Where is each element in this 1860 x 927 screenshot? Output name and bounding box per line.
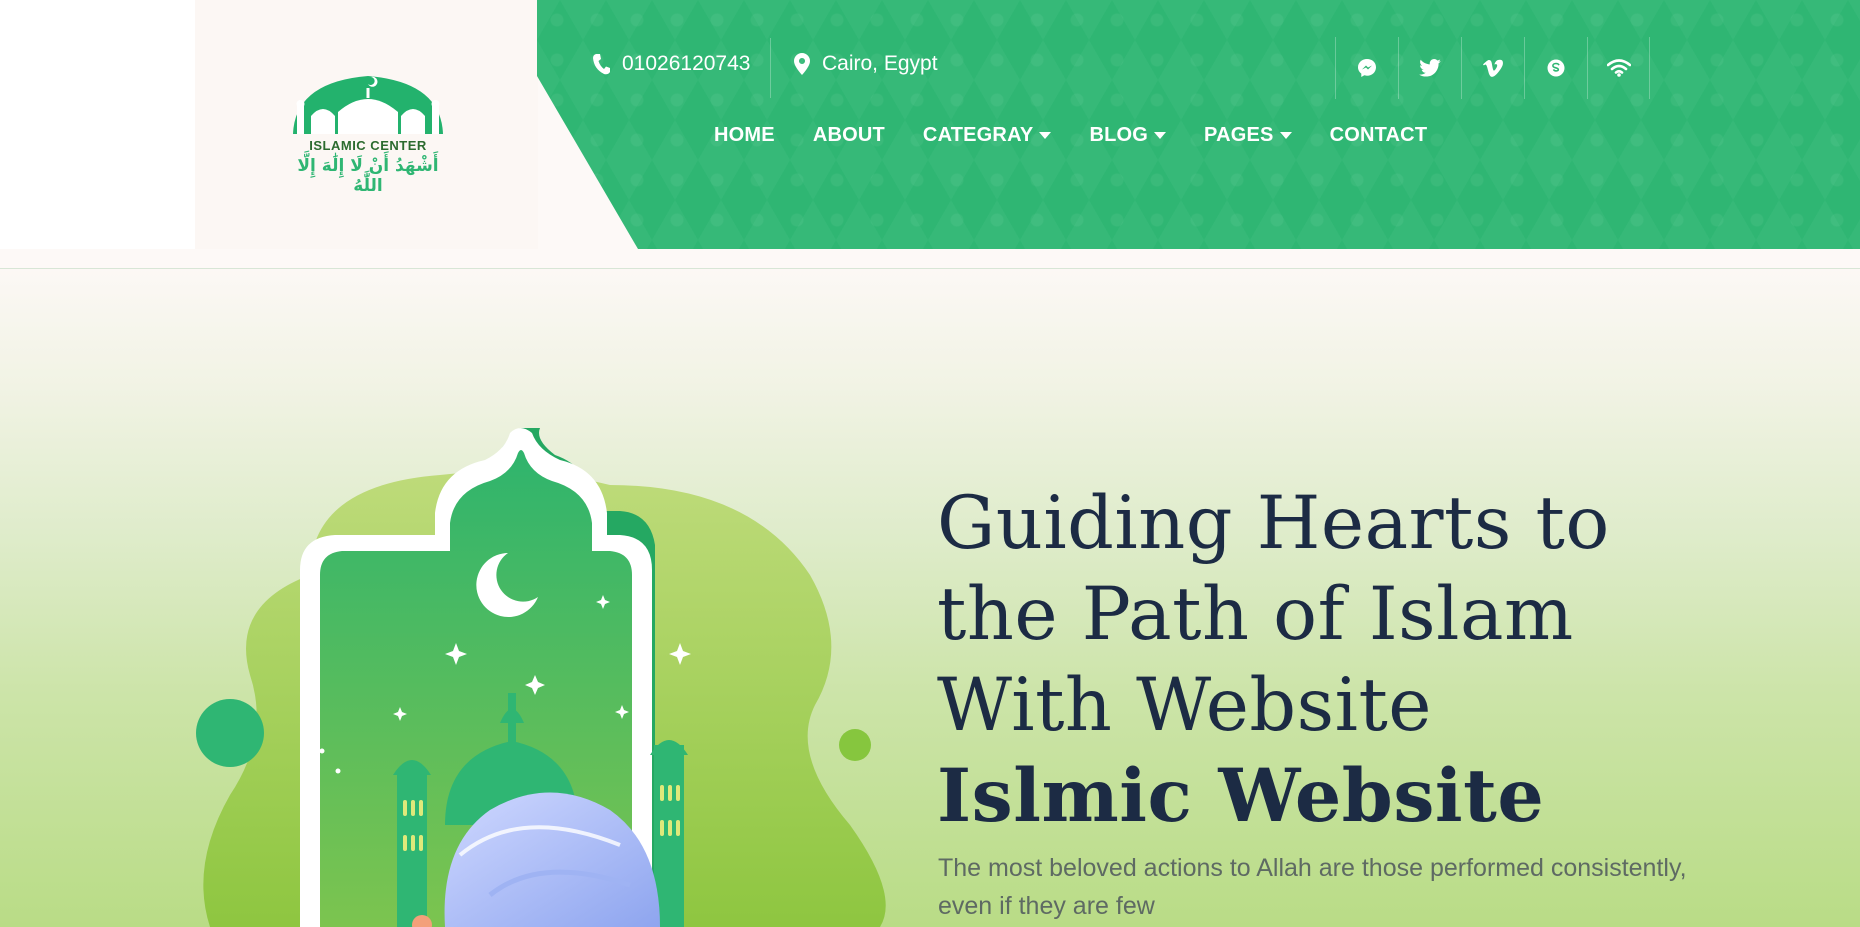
wifi-icon xyxy=(1606,59,1631,77)
nav-pages-label: PAGES xyxy=(1204,124,1274,146)
caret-down-icon xyxy=(1039,132,1052,139)
nav-home[interactable]: HOME xyxy=(714,124,775,147)
logo-title: ISLAMIC CENTER xyxy=(309,138,427,153)
hero-title-line-2: the Path of Islam xyxy=(937,572,1574,657)
twitter-link[interactable] xyxy=(1398,37,1461,99)
skype-link[interactable] xyxy=(1524,37,1587,99)
phone-contact[interactable]: 01026120743 xyxy=(592,52,750,76)
social-links xyxy=(1335,37,1650,99)
vimeo-link[interactable] xyxy=(1461,37,1524,99)
nav-contact[interactable]: CONTACT xyxy=(1330,124,1428,147)
nav-pages[interactable]: PAGES xyxy=(1204,124,1292,147)
hero-title-line-1: Guiding Hearts to xyxy=(937,481,1610,566)
site-logo[interactable]: ISLAMIC CENTER أَشْهَدُ أَنْ لَا إِلَٰهَ… xyxy=(283,72,453,196)
header-left-panel xyxy=(0,0,195,249)
nav-blog[interactable]: BLOG xyxy=(1089,124,1167,147)
nav-about[interactable]: ABOUT xyxy=(813,124,885,147)
mosque-logo-icon xyxy=(293,76,443,134)
phone-icon xyxy=(593,54,610,75)
caret-down-icon xyxy=(1279,132,1292,139)
logo-arabic-text: أَشْهَدُ أَنْ لَا إِلَٰهَ إِلَّا اللَّٰه… xyxy=(297,156,439,196)
main-nav: HOME ABOUT CATEGRAY BLOG PAGES CONTACT xyxy=(714,124,1427,147)
hero-description: The most beloved actions to Allah are th… xyxy=(938,854,1687,920)
twitter-icon xyxy=(1419,59,1441,77)
messenger-icon xyxy=(1358,59,1376,77)
nav-about-label: ABOUT xyxy=(812,124,885,146)
vimeo-icon xyxy=(1483,59,1503,77)
nav-contact-label: CONTACT xyxy=(1329,124,1428,146)
skype-icon xyxy=(1547,59,1565,77)
caret-down-icon xyxy=(1154,132,1167,139)
nav-blog-label: BLOG xyxy=(1089,124,1149,146)
contact-divider xyxy=(770,38,771,98)
location-pin-icon xyxy=(794,53,810,75)
hero-title-line-3: With Website xyxy=(937,663,1433,748)
site-header: ISLAMIC CENTER أَشْهَدُ أَنْ لَا إِلَٰهَ… xyxy=(0,0,1860,249)
hero-illustration xyxy=(196,428,886,927)
phone-number: 01026120743 xyxy=(622,52,751,75)
location-text: Cairo, Egypt xyxy=(822,52,938,75)
nav-categray-label: CATEGRAY xyxy=(922,124,1034,146)
nav-home-label: HOME xyxy=(714,124,775,146)
nav-categray[interactable]: CATEGRAY xyxy=(923,124,1052,147)
hero-title-bold: Islmic Website xyxy=(937,753,1545,839)
hero-title: Guiding Hearts to the Path of Islam With… xyxy=(937,478,1610,842)
wifi-link[interactable] xyxy=(1587,37,1650,99)
messenger-link[interactable] xyxy=(1335,37,1398,99)
location-contact[interactable]: Cairo, Egypt xyxy=(794,52,938,76)
